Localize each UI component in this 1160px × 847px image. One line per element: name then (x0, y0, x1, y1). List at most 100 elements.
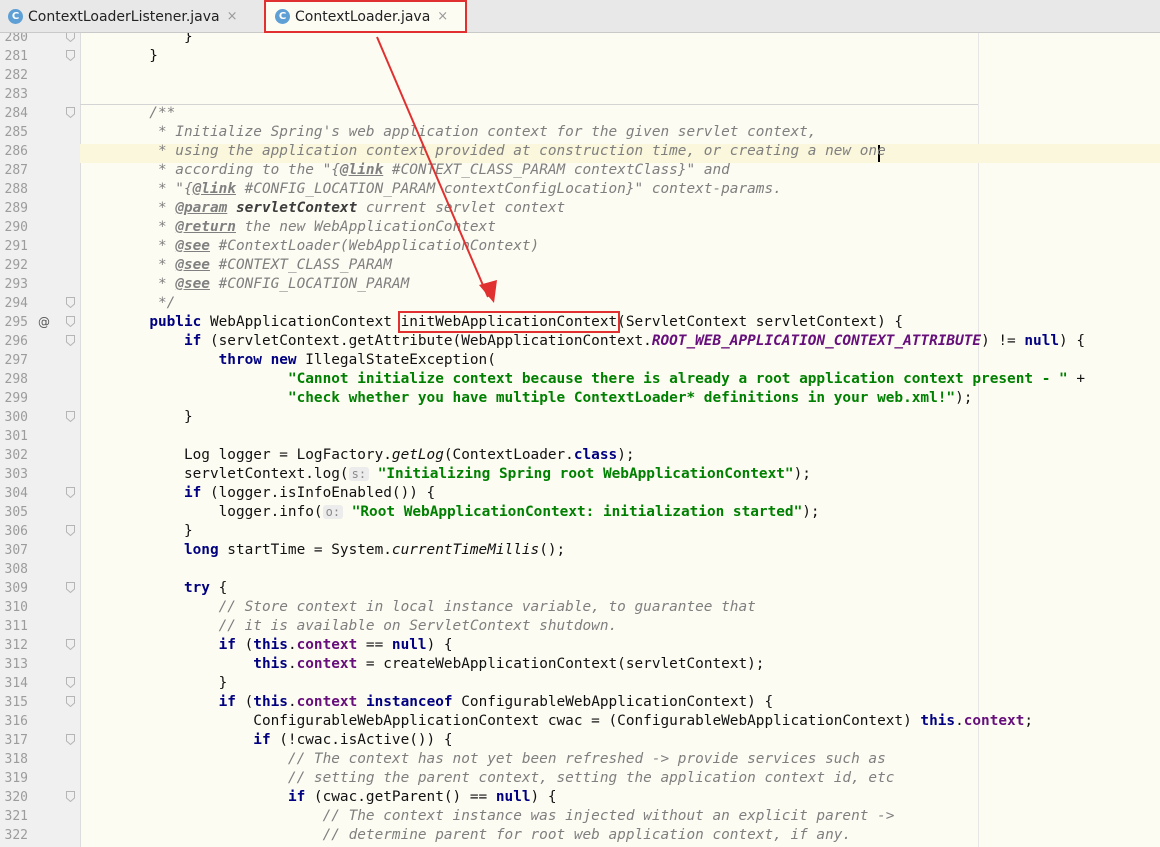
code-line-298[interactable]: 298 "Cannot initialize context because t… (0, 370, 1160, 389)
code-editor[interactable]: 280 } 281 } 282 283 284 /** 285 * Initialize … (0, 33, 1160, 847)
code-text[interactable]: throw new IllegalStateException( (80, 351, 496, 370)
fold-icon[interactable] (66, 33, 75, 42)
code-text[interactable]: if (this.context instanceof Configurable… (80, 693, 774, 712)
code-line-319[interactable]: 319 // setting the parent context, setti… (0, 769, 1160, 788)
code-line-308[interactable]: 308 (0, 560, 1160, 579)
code-line-304[interactable]: 304 if (logger.isInfoEnabled()) { (0, 484, 1160, 503)
code-line-286[interactable]: 286 * using the application context prov… (0, 142, 1160, 161)
code-text[interactable]: * @see #ContextLoader(WebApplicationCont… (80, 237, 539, 256)
code-line-287[interactable]: 287 * according to the "{@link #CONTEXT_… (0, 161, 1160, 180)
code-line-297[interactable]: 297 throw new IllegalStateException( (0, 351, 1160, 370)
code-text[interactable]: * @return the new WebApplicationContext (80, 218, 496, 237)
code-line-315[interactable]: 315 if (this.context instanceof Configur… (0, 693, 1160, 712)
code-line-313[interactable]: 313 this.context = createWebApplicationC… (0, 655, 1160, 674)
code-text[interactable]: "Cannot initialize context because there… (80, 370, 1085, 389)
fold-icon[interactable] (66, 582, 75, 593)
code-line-285[interactable]: 285 * Initialize Spring's web applicatio… (0, 123, 1160, 142)
code-text[interactable]: } (80, 674, 228, 693)
code-line-295[interactable]: 295 @ public WebApplicationContext initWe… (0, 313, 1160, 332)
code-line-299[interactable]: 299 "check whether you have multiple Con… (0, 389, 1160, 408)
code-text[interactable]: "check whether you have multiple Context… (80, 389, 972, 408)
code-text[interactable]: // Store context in local instance varia… (80, 598, 756, 617)
code-line-293[interactable]: 293 * @see #CONFIG_LOCATION_PARAM (0, 275, 1160, 294)
tab-contextloaderlistener[interactable]: C ContextLoaderListener.java × (8, 0, 260, 33)
fold-icon[interactable] (66, 734, 75, 745)
fold-icon[interactable] (66, 696, 75, 707)
code-text[interactable]: * using the application context provided… (80, 142, 886, 161)
code-line-311[interactable]: 311 // it is available on ServletContext… (0, 617, 1160, 636)
code-line-280[interactable]: 280 } (0, 33, 1160, 47)
code-text[interactable]: // The context has not yet been refreshe… (80, 750, 886, 769)
fold-icon[interactable] (66, 525, 75, 536)
fold-icon[interactable] (66, 335, 75, 346)
close-icon[interactable]: × (227, 9, 238, 24)
code-line-282[interactable]: 282 (0, 66, 1160, 85)
code-line-291[interactable]: 291 * @see #ContextLoader(WebApplication… (0, 237, 1160, 256)
code-text[interactable]: // determine parent for root web applica… (80, 826, 852, 845)
code-text[interactable]: /** (80, 104, 175, 123)
code-text[interactable]: * "{@link #CONFIG_LOCATION_PARAM context… (80, 180, 782, 199)
code-text[interactable]: // The context instance was injected wit… (80, 807, 895, 826)
code-text[interactable]: // setting the parent context, setting t… (80, 769, 894, 788)
code-line-305[interactable]: 305 logger.info(o: "Root WebApplicationC… (0, 503, 1160, 522)
code-text[interactable]: } (80, 522, 193, 541)
code-line-288[interactable]: 288 * "{@link #CONFIG_LOCATION_PARAM con… (0, 180, 1160, 199)
code-line-312[interactable]: 312 if (this.context == null) { (0, 636, 1160, 655)
code-line-301[interactable]: 301 (0, 427, 1160, 446)
code-line-309[interactable]: 309 try { (0, 579, 1160, 598)
code-text[interactable]: Log logger = LogFactory.getLog(ContextLo… (80, 446, 635, 465)
fold-icon[interactable] (66, 677, 75, 688)
fold-icon[interactable] (66, 316, 75, 327)
code-line-307[interactable]: 307 long startTime = System.currentTimeM… (0, 541, 1160, 560)
fold-icon[interactable] (66, 107, 75, 118)
code-line-322[interactable]: 322 // determine parent for root web app… (0, 826, 1160, 845)
code-text[interactable]: ConfigurableWebApplicationContext cwac =… (80, 712, 1033, 731)
tab-contextloader[interactable]: C ContextLoader.java × (264, 0, 467, 33)
code-line-320[interactable]: 320 if (cwac.getParent() == null) { (0, 788, 1160, 807)
code-line-294[interactable]: 294 */ (0, 294, 1160, 313)
code-text[interactable]: // it is available on ServletContext shu… (80, 617, 618, 636)
code-line-292[interactable]: 292 * @see #CONTEXT_CLASS_PARAM (0, 256, 1160, 275)
code-text[interactable]: * Initialize Spring's web application co… (80, 123, 816, 142)
code-line-318[interactable]: 318 // The context has not yet been refr… (0, 750, 1160, 769)
override-marker-icon[interactable]: @ (38, 313, 52, 332)
code-line-289[interactable]: 289 * @param servletContext current serv… (0, 199, 1160, 218)
code-text[interactable]: } (80, 33, 193, 47)
code-text[interactable]: long startTime = System.currentTimeMilli… (80, 541, 565, 560)
code-line-296[interactable]: 296 if (servletContext.getAttribute(WebA… (0, 332, 1160, 351)
fold-icon[interactable] (66, 639, 75, 650)
code-text[interactable]: * according to the "{@link #CONTEXT_CLAS… (80, 161, 730, 180)
code-text[interactable]: public WebApplicationContext initWebAppl… (80, 313, 903, 332)
fold-icon[interactable] (66, 297, 75, 308)
close-icon[interactable]: × (437, 9, 448, 24)
fold-icon[interactable] (66, 411, 75, 422)
fold-icon[interactable] (66, 50, 75, 61)
code-text[interactable]: servletContext.log(s: "Initializing Spri… (80, 465, 811, 484)
code-text[interactable]: } (80, 47, 158, 66)
code-line-316[interactable]: 316 ConfigurableWebApplicationContext cw… (0, 712, 1160, 731)
code-text[interactable]: * @param servletContext current servlet … (80, 199, 565, 218)
code-text[interactable]: } (80, 408, 193, 427)
code-line-281[interactable]: 281 } (0, 47, 1160, 66)
code-line-300[interactable]: 300 } (0, 408, 1160, 427)
code-text[interactable]: * @see #CONFIG_LOCATION_PARAM (80, 275, 409, 294)
code-line-306[interactable]: 306 } (0, 522, 1160, 541)
code-line-321[interactable]: 321 // The context instance was injected… (0, 807, 1160, 826)
code-text[interactable]: logger.info(o: "Root WebApplicationConte… (80, 503, 820, 522)
code-line-303[interactable]: 303 servletContext.log(s: "Initializing … (0, 465, 1160, 484)
code-line-283[interactable]: 283 (0, 85, 1160, 104)
code-text[interactable]: if (!cwac.isActive()) { (80, 731, 452, 750)
code-line-314[interactable]: 314 } (0, 674, 1160, 693)
code-text[interactable]: if (servletContext.getAttribute(WebAppli… (80, 332, 1085, 351)
code-text[interactable]: if (this.context == null) { (80, 636, 453, 655)
code-text[interactable]: try { (80, 579, 227, 598)
code-text[interactable]: if (logger.isInfoEnabled()) { (80, 484, 435, 503)
code-text[interactable]: if (cwac.getParent() == null) { (80, 788, 557, 807)
code-line-284[interactable]: 284 /** (0, 104, 1160, 123)
code-line-290[interactable]: 290 * @return the new WebApplicationCont… (0, 218, 1160, 237)
code-text[interactable]: */ (80, 294, 175, 313)
code-text[interactable]: this.context = createWebApplicationConte… (80, 655, 764, 674)
code-line-310[interactable]: 310 // Store context in local instance v… (0, 598, 1160, 617)
code-text[interactable]: * @see #CONTEXT_CLASS_PARAM (80, 256, 392, 275)
fold-icon[interactable] (66, 791, 75, 802)
